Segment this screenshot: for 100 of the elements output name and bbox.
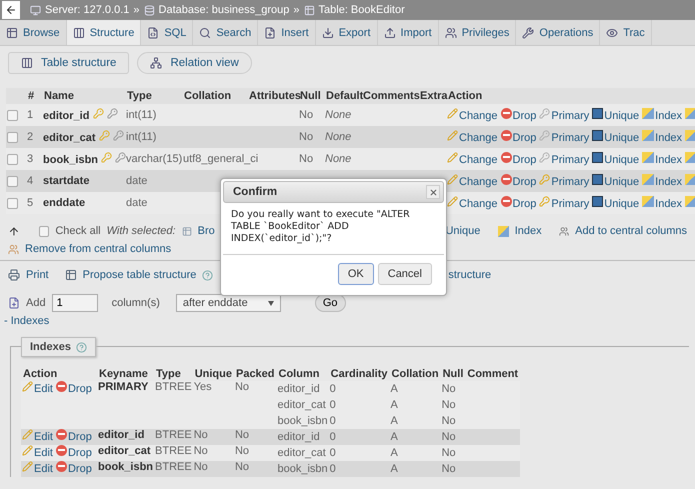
action-link[interactable]: Unique <box>604 176 640 188</box>
close-button[interactable] <box>426 185 440 199</box>
table-cell: No <box>234 445 250 457</box>
action-link[interactable]: Change <box>459 154 498 166</box>
table-cell: utf8_general_ci <box>183 153 258 165</box>
dialog-title: Confirm <box>233 186 278 198</box>
table-cell: book_isbn <box>278 415 328 427</box>
unique-icon <box>592 196 604 207</box>
action-link[interactable]: Edit <box>34 431 53 443</box>
row-checkbox[interactable] <box>7 198 18 209</box>
breadcrumb-link[interactable]: Database: business_group <box>158 4 290 16</box>
print-link[interactable]: Print <box>26 269 49 281</box>
action-link[interactable]: Edit <box>34 447 53 459</box>
table-cell: BTREE <box>155 445 192 457</box>
dialog-message: Do you really want to execute "ALTER TABLE `BookEditor` ADD INDEX(`editor_id`);"? <box>223 203 444 255</box>
table-cell: 0 <box>330 463 336 475</box>
unique-link[interactable]: Unique <box>445 225 480 237</box>
subtab-button[interactable]: Table structure <box>8 52 130 74</box>
row-checkbox[interactable] <box>7 154 18 165</box>
action-link[interactable]: Index <box>655 132 682 144</box>
action-link[interactable]: Edit <box>34 383 53 395</box>
table-icon <box>304 4 315 16</box>
action-link[interactable]: Primary <box>551 110 590 122</box>
action-link[interactable]: Unique <box>604 198 640 210</box>
table-cell: BTREE <box>155 381 192 393</box>
table-cell: 3 <box>27 153 34 165</box>
index-icon <box>685 152 695 163</box>
action-link[interactable]: Unique <box>604 154 640 166</box>
dialog-button[interactable]: Cancel <box>378 263 432 285</box>
table-cell: No <box>442 399 456 411</box>
pencil-icon <box>22 429 33 440</box>
action-link[interactable]: Drop <box>68 383 92 395</box>
action-link[interactable]: Index <box>655 198 682 210</box>
column-header: Cardinality <box>330 367 389 381</box>
action-link[interactable]: Primary <box>551 132 590 144</box>
index-icon <box>642 174 654 185</box>
indexes-link[interactable]: - Indexes <box>4 315 50 327</box>
action-link[interactable]: Change <box>459 176 498 188</box>
structure-link[interactable]: structure <box>448 269 492 281</box>
table-cell: No <box>442 463 456 475</box>
action-link[interactable]: Index <box>655 176 682 188</box>
key-icon <box>101 152 112 163</box>
index-link[interactable]: Index <box>514 225 542 237</box>
table-cell: No <box>442 415 456 427</box>
table-cell: book_isbn <box>278 463 328 475</box>
column-header: Action <box>21 367 97 381</box>
action-link[interactable]: Drop <box>512 198 536 210</box>
check-all-label[interactable]: Check all <box>55 225 101 237</box>
action-link[interactable]: Primary <box>551 176 590 188</box>
table-cell: No <box>442 383 456 395</box>
row-checkbox[interactable] <box>7 176 18 187</box>
pencil-icon <box>447 174 458 185</box>
action-link[interactable]: Index <box>655 110 682 122</box>
column-header: Extra <box>418 88 446 104</box>
action-link[interactable]: Drop <box>512 176 536 188</box>
action-link[interactable]: Index <box>655 154 682 166</box>
action-link[interactable]: Unique <box>604 110 640 122</box>
position-select[interactable]: after enddate <box>176 294 281 312</box>
action-link[interactable]: Drop <box>512 132 536 144</box>
subtab-button[interactable]: Relation view <box>137 52 252 74</box>
users-icon <box>444 26 457 38</box>
breadcrumb-link[interactable]: Table: BookEditor <box>318 4 405 16</box>
dialog-button[interactable]: OK <box>338 263 374 285</box>
help-icon <box>202 270 214 280</box>
drop-icon <box>500 196 512 207</box>
breadcrumb-link[interactable]: Server: 127.0.0.1 <box>45 4 130 16</box>
action-link[interactable]: Change <box>459 132 498 144</box>
add-central-link[interactable]: Add to central columns <box>575 225 688 237</box>
action-link[interactable]: Primary <box>551 198 590 210</box>
remove-central-link[interactable]: Remove from central columns <box>25 243 172 255</box>
row-checkbox[interactable] <box>7 110 18 121</box>
action-link[interactable]: Drop <box>68 431 92 443</box>
index-icon <box>685 108 695 119</box>
action-link[interactable]: Drop <box>512 154 536 166</box>
action-link[interactable]: Drop <box>68 463 92 475</box>
check-all-checkbox[interactable] <box>39 226 50 236</box>
tab[interactable]: Structure <box>66 20 142 45</box>
action-link[interactable]: Primary <box>551 154 590 166</box>
action-link[interactable]: Change <box>459 198 498 210</box>
browse-link[interactable]: Bro <box>198 225 215 237</box>
propose-link[interactable]: Propose table structure <box>82 269 196 281</box>
column-count-input[interactable]: 1 <box>52 294 98 312</box>
action-link[interactable]: Drop <box>68 447 92 459</box>
table-cell: No <box>234 461 250 473</box>
key-icon <box>106 108 118 119</box>
column-header: Null <box>442 367 464 381</box>
action-link[interactable]: Edit <box>34 463 53 475</box>
columns-label: column(s) <box>112 297 160 309</box>
action-link[interactable]: Change <box>459 110 498 122</box>
table-cell: 2 <box>27 131 34 143</box>
index-icon <box>685 130 695 141</box>
action-link[interactable]: Drop <box>512 110 536 122</box>
arrow-left-icon <box>5 4 17 16</box>
drop-icon <box>500 152 512 163</box>
back-button[interactable] <box>2 1 20 19</box>
table-cell: No <box>299 109 314 121</box>
row-checkbox[interactable] <box>7 132 18 143</box>
action-link[interactable]: Unique <box>604 132 640 144</box>
wrench-icon <box>522 26 534 38</box>
key-icon <box>92 108 104 119</box>
